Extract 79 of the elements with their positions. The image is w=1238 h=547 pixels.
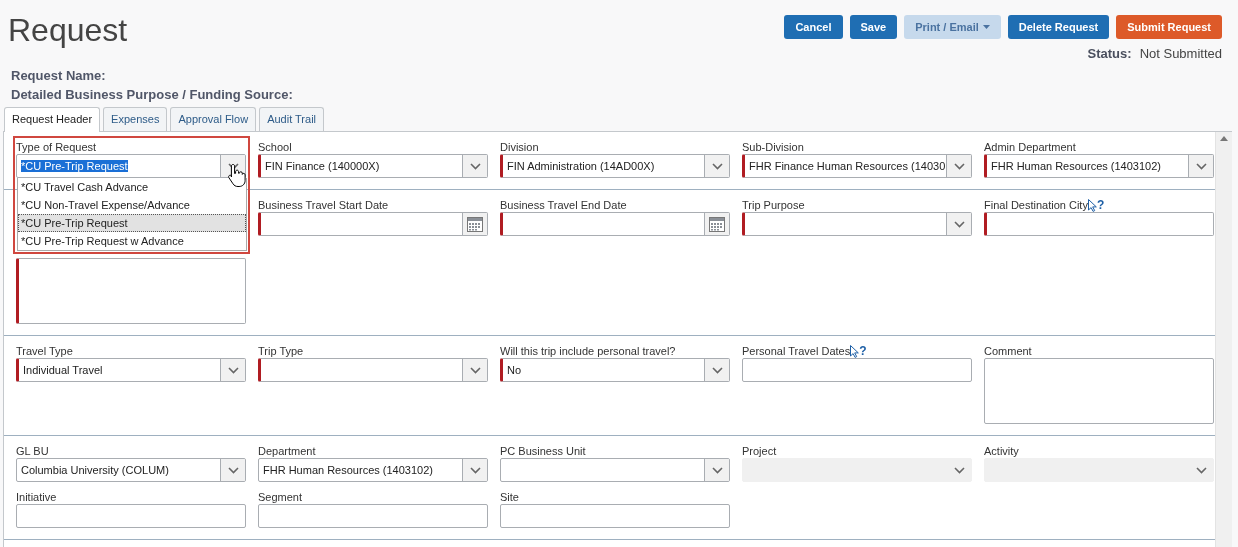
select-field[interactable]: [742, 212, 972, 236]
field-label: Personal Travel Dates: [742, 345, 851, 358]
chevron-down-icon: [469, 366, 481, 374]
select-field[interactable]: FHR Finance Human Resources (14030: [742, 154, 972, 178]
action-button[interactable]: Cancel: [784, 15, 843, 39]
dropdown-option[interactable]: *CU Non-Travel Expense/Advance: [18, 196, 246, 214]
chevron-down-icon: [1195, 162, 1207, 170]
input-field[interactable]: [258, 504, 488, 528]
action-button[interactable]: Delete Request: [1007, 15, 1110, 39]
input-field[interactable]: [984, 212, 1214, 236]
field-label: Segment: [258, 491, 303, 504]
select-field[interactable]: FHR Human Resources (1403102): [258, 458, 488, 482]
tab[interactable]: Approval Flow: [170, 107, 257, 131]
chevron-down-icon: [469, 162, 481, 170]
chevron-down-icon: [227, 366, 239, 374]
page-title: Request: [8, 12, 128, 49]
chevron-down-icon: [469, 466, 481, 474]
field-label: Sub-Division: [742, 141, 804, 154]
field-label: Trip Purpose: [742, 199, 805, 212]
select-field[interactable]: FIN Finance (140000X): [258, 154, 488, 178]
select-field[interactable]: [258, 358, 488, 382]
select-field[interactable]: No: [500, 358, 730, 382]
dropdown-option[interactable]: *CU Pre-Trip Request: [18, 214, 246, 232]
action-button[interactable]: Save: [849, 15, 898, 39]
pointer-cursor-icon: [1087, 199, 1097, 212]
field-label: Admin Department: [984, 141, 1076, 154]
select-field[interactable]: FIN Administration (14AD00X): [500, 154, 730, 178]
info-label: Request Name:: [11, 68, 107, 83]
chevron-down-icon: [953, 466, 965, 474]
field-label: Type of Request: [16, 141, 97, 154]
date-field[interactable]: [258, 212, 488, 236]
field-label: Department: [258, 445, 316, 458]
select-field[interactable]: FHR Human Resources (1403102): [984, 154, 1214, 178]
field-label: School: [258, 141, 292, 154]
field-label: Activity: [984, 445, 1019, 458]
text-area[interactable]: [16, 258, 246, 324]
field-label: Business Travel Start Date: [258, 199, 389, 212]
input-field[interactable]: [742, 358, 972, 382]
text-area[interactable]: [984, 358, 1214, 424]
help-link[interactable]: ?: [850, 345, 867, 358]
field-label: Project: [742, 445, 777, 458]
chevron-down-icon: [227, 466, 239, 474]
input-field[interactable]: [500, 504, 730, 528]
field-label: PC Business Unit: [500, 445, 586, 458]
select-field[interactable]: Columbia University (COLUM): [16, 458, 246, 482]
tab[interactable]: Expenses: [103, 107, 168, 131]
field-label: Business Travel End Date: [500, 199, 627, 212]
chevron-down-icon: [711, 466, 723, 474]
tab[interactable]: Audit Trail: [259, 107, 325, 131]
status-value: Not Submitted: [1139, 46, 1222, 61]
dropdown-option[interactable]: *CU Pre-Trip Request w Advance: [18, 232, 246, 250]
calendar-icon[interactable]: [467, 216, 483, 232]
input-field[interactable]: [16, 504, 246, 528]
select-field[interactable]: Individual Travel: [16, 358, 246, 382]
pointer-cursor-icon: [850, 345, 860, 358]
field-label: Division: [500, 141, 539, 154]
chevron-down-icon: [1195, 466, 1207, 474]
status-label: Status:: [1087, 46, 1132, 61]
date-field[interactable]: [500, 212, 730, 236]
field-label: Initiative: [16, 491, 57, 504]
scrollbar[interactable]: [1215, 132, 1232, 547]
chevron-down-icon: [711, 162, 723, 170]
tab[interactable]: Request Header: [4, 107, 101, 132]
action-button[interactable]: Submit Request: [1116, 15, 1222, 39]
chevron-down-icon: [953, 220, 965, 228]
help-link[interactable]: ?: [1087, 199, 1105, 212]
info-label: Detailed Business Purpose / Funding Source:: [11, 87, 294, 102]
scroll-up-icon[interactable]: [1220, 136, 1228, 141]
chevron-down-icon: [711, 366, 723, 374]
field-label: Site: [500, 491, 519, 504]
field-label: Trip Type: [258, 345, 304, 358]
field-label: Will this trip include personal travel?: [500, 345, 676, 358]
field-label: Travel Type: [16, 345, 73, 358]
field-label: Comment: [984, 345, 1032, 358]
select-field[interactable]: [500, 458, 730, 482]
field-label: GL BU: [16, 445, 49, 458]
calendar-icon[interactable]: [709, 216, 725, 232]
field-label: Final Destination City: [984, 199, 1088, 212]
chevron-down-icon: [953, 162, 965, 170]
